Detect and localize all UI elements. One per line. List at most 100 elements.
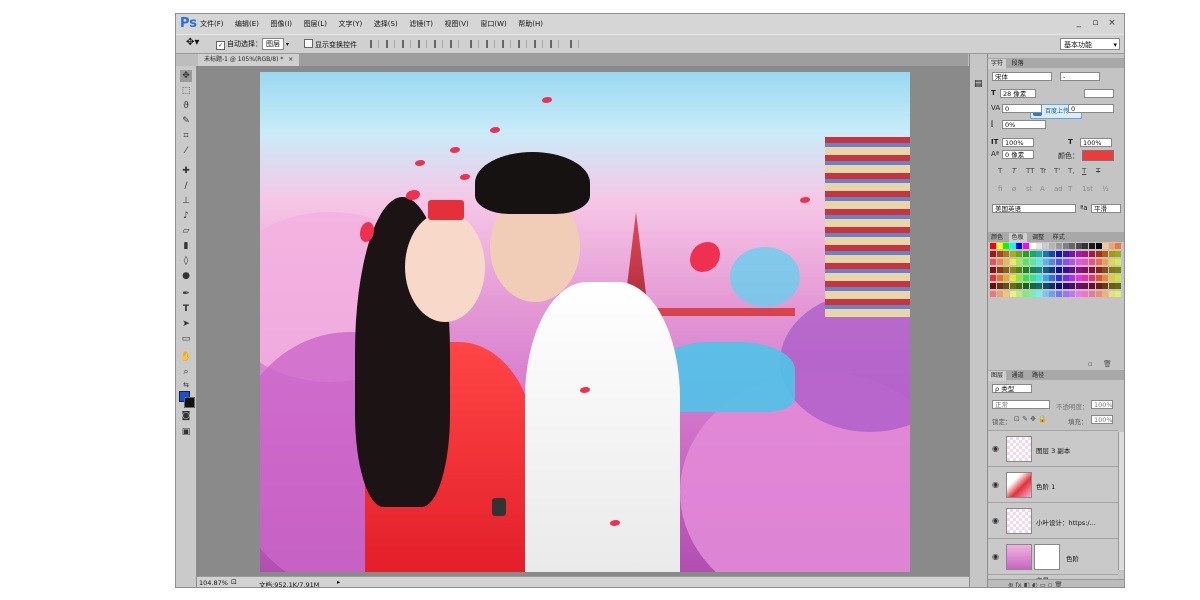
show-transform-checkbox[interactable]: 显示变换控件 xyxy=(304,39,357,50)
swatch-chip[interactable] xyxy=(1016,243,1023,249)
swatch-chip[interactable] xyxy=(1108,283,1115,289)
layer-filter-select[interactable]: ρ 类型 xyxy=(992,384,1032,393)
swatch-chip[interactable] xyxy=(996,243,1003,249)
swatch-chip[interactable] xyxy=(1082,275,1089,281)
swatches-grid[interactable] xyxy=(990,243,1122,299)
swatch-chip[interactable] xyxy=(1023,267,1029,273)
tab-styles[interactable]: 样式 xyxy=(1050,233,1068,243)
swatch-chip[interactable] xyxy=(990,283,996,289)
swatch-chip[interactable] xyxy=(1089,243,1095,249)
titling-alternates-button[interactable]: T xyxy=(1068,185,1072,193)
swatch-chip[interactable] xyxy=(1003,243,1010,249)
swatch-chip[interactable] xyxy=(1016,251,1023,257)
swatch-chip[interactable] xyxy=(1082,291,1089,297)
menu-edit[interactable]: 编辑(E) xyxy=(235,19,259,29)
swatch-chip[interactable] xyxy=(1069,243,1076,249)
menu-filter[interactable]: 滤镜(T) xyxy=(409,19,433,29)
swatch-chip[interactable] xyxy=(1029,251,1036,257)
swatch-chip[interactable] xyxy=(1062,259,1069,265)
marquee-tool-icon[interactable]: ⬚ xyxy=(180,85,192,97)
layer-row[interactable]: ◉ 小叶设计：https:/... xyxy=(988,502,1118,538)
menu-image[interactable]: 图像(I) xyxy=(270,19,292,29)
dodge-tool-icon[interactable]: ● xyxy=(180,270,192,282)
blend-mode-select[interactable]: 正常 xyxy=(992,400,1050,409)
swatch-chip[interactable] xyxy=(1069,283,1076,289)
swatch-chip[interactable] xyxy=(1108,275,1115,281)
swatch-chip[interactable] xyxy=(1049,243,1056,249)
swatch-chip[interactable] xyxy=(996,291,1003,297)
swatch-chip[interactable] xyxy=(1003,251,1010,257)
distribute-top-icon[interactable] xyxy=(470,40,479,48)
swatch-chip[interactable] xyxy=(1102,275,1109,281)
swatch-chip[interactable] xyxy=(1056,275,1062,281)
swatch-chip[interactable] xyxy=(1108,267,1115,273)
swatch-chip[interactable] xyxy=(1009,291,1016,297)
swatch-chip[interactable] xyxy=(1036,259,1043,265)
swatch-chip[interactable] xyxy=(1075,275,1082,281)
swatch-chip[interactable] xyxy=(1082,267,1089,273)
eraser-tool-icon[interactable]: ▱ xyxy=(180,225,192,237)
swatch-chip[interactable] xyxy=(1056,267,1062,273)
swatch-chip[interactable] xyxy=(1062,243,1069,249)
background-color-swatch[interactable] xyxy=(184,397,195,408)
visibility-eye-icon[interactable]: ◉ xyxy=(992,480,999,489)
fractions-button[interactable]: ½ xyxy=(1102,185,1109,193)
swatch-chip[interactable] xyxy=(1095,267,1102,273)
auto-select-checkbox[interactable]: ✓ 自动选择： xyxy=(216,39,262,50)
swatch-chip[interactable] xyxy=(1082,251,1089,257)
shape-tool-icon[interactable]: ▭ xyxy=(180,333,192,345)
swatch-chip[interactable] xyxy=(1095,243,1102,249)
swatch-chip[interactable] xyxy=(1062,275,1069,281)
swatch-chip[interactable] xyxy=(1069,251,1076,257)
swatch-chip[interactable] xyxy=(1069,259,1076,265)
align-bottom-icon[interactable] xyxy=(402,40,411,48)
swatch-chip[interactable] xyxy=(1049,259,1056,265)
tab-paragraph[interactable]: 段落 xyxy=(1009,59,1027,69)
close-button[interactable]: × xyxy=(1106,17,1118,29)
swatch-chip[interactable] xyxy=(1036,267,1043,273)
move-tool-preset-icon[interactable]: ✥▾ xyxy=(186,37,199,48)
swatch-chip[interactable] xyxy=(1009,243,1016,249)
swatch-chip[interactable] xyxy=(1023,291,1029,297)
subscript-button[interactable]: T, xyxy=(1068,167,1075,175)
swatch-chip[interactable] xyxy=(1062,251,1069,257)
swatch-chip[interactable] xyxy=(996,267,1003,273)
eyedropper-tool-icon[interactable]: ⁄ xyxy=(180,145,192,157)
small-caps-button[interactable]: Tr xyxy=(1040,167,1046,175)
swatch-chip[interactable] xyxy=(1056,243,1062,249)
kerning-field[interactable]: 0 xyxy=(1002,104,1042,113)
swatch-chip[interactable] xyxy=(1016,267,1023,273)
align-vcenter-icon[interactable] xyxy=(386,40,395,48)
swatch-chip[interactable] xyxy=(1095,275,1102,281)
swatch-chip[interactable] xyxy=(1029,267,1036,273)
swatch-chip[interactable] xyxy=(1042,243,1049,249)
swatch-chip[interactable] xyxy=(990,267,996,273)
tab-channels[interactable]: 通道 xyxy=(1009,371,1027,381)
layer-row[interactable]: ◉ 色阶 xyxy=(988,538,1118,574)
swatch-chip[interactable] xyxy=(1108,291,1115,297)
swatch-chip[interactable] xyxy=(1036,291,1043,297)
history-panel-icon[interactable]: ▤ xyxy=(974,79,983,89)
tab-color[interactable]: 颜色 xyxy=(988,233,1006,243)
brush-tool-icon[interactable]: ∕ xyxy=(180,180,192,192)
font-family-select[interactable]: 宋体 xyxy=(992,72,1052,81)
leading-field[interactable] xyxy=(1084,89,1114,98)
vertical-scale-field[interactable]: 100% xyxy=(1002,138,1034,147)
swatch-chip[interactable] xyxy=(1069,267,1076,273)
swatch-chip[interactable] xyxy=(1042,291,1049,297)
swatch-chip[interactable] xyxy=(1108,251,1115,257)
swatch-chip[interactable] xyxy=(1023,283,1029,289)
swatch-chip[interactable] xyxy=(1016,275,1023,281)
swatch-chip[interactable] xyxy=(1029,283,1036,289)
menu-type[interactable]: 文字(Y) xyxy=(338,19,362,29)
minimize-button[interactable]: _ xyxy=(1073,17,1085,29)
text-color-swatch[interactable] xyxy=(1082,150,1114,161)
lasso-tool-icon[interactable]: ϑ xyxy=(180,100,192,112)
layers-scrollbar[interactable] xyxy=(1118,432,1124,570)
swatch-chip[interactable] xyxy=(1095,291,1102,297)
history-brush-tool-icon[interactable]: ♪ xyxy=(180,210,192,222)
zoom-level[interactable]: 104.87% xyxy=(199,579,228,587)
distribute-left-icon[interactable] xyxy=(518,40,527,48)
swatch-chip[interactable] xyxy=(1016,291,1023,297)
screen-mode-icon[interactable]: ▣ xyxy=(180,426,192,438)
